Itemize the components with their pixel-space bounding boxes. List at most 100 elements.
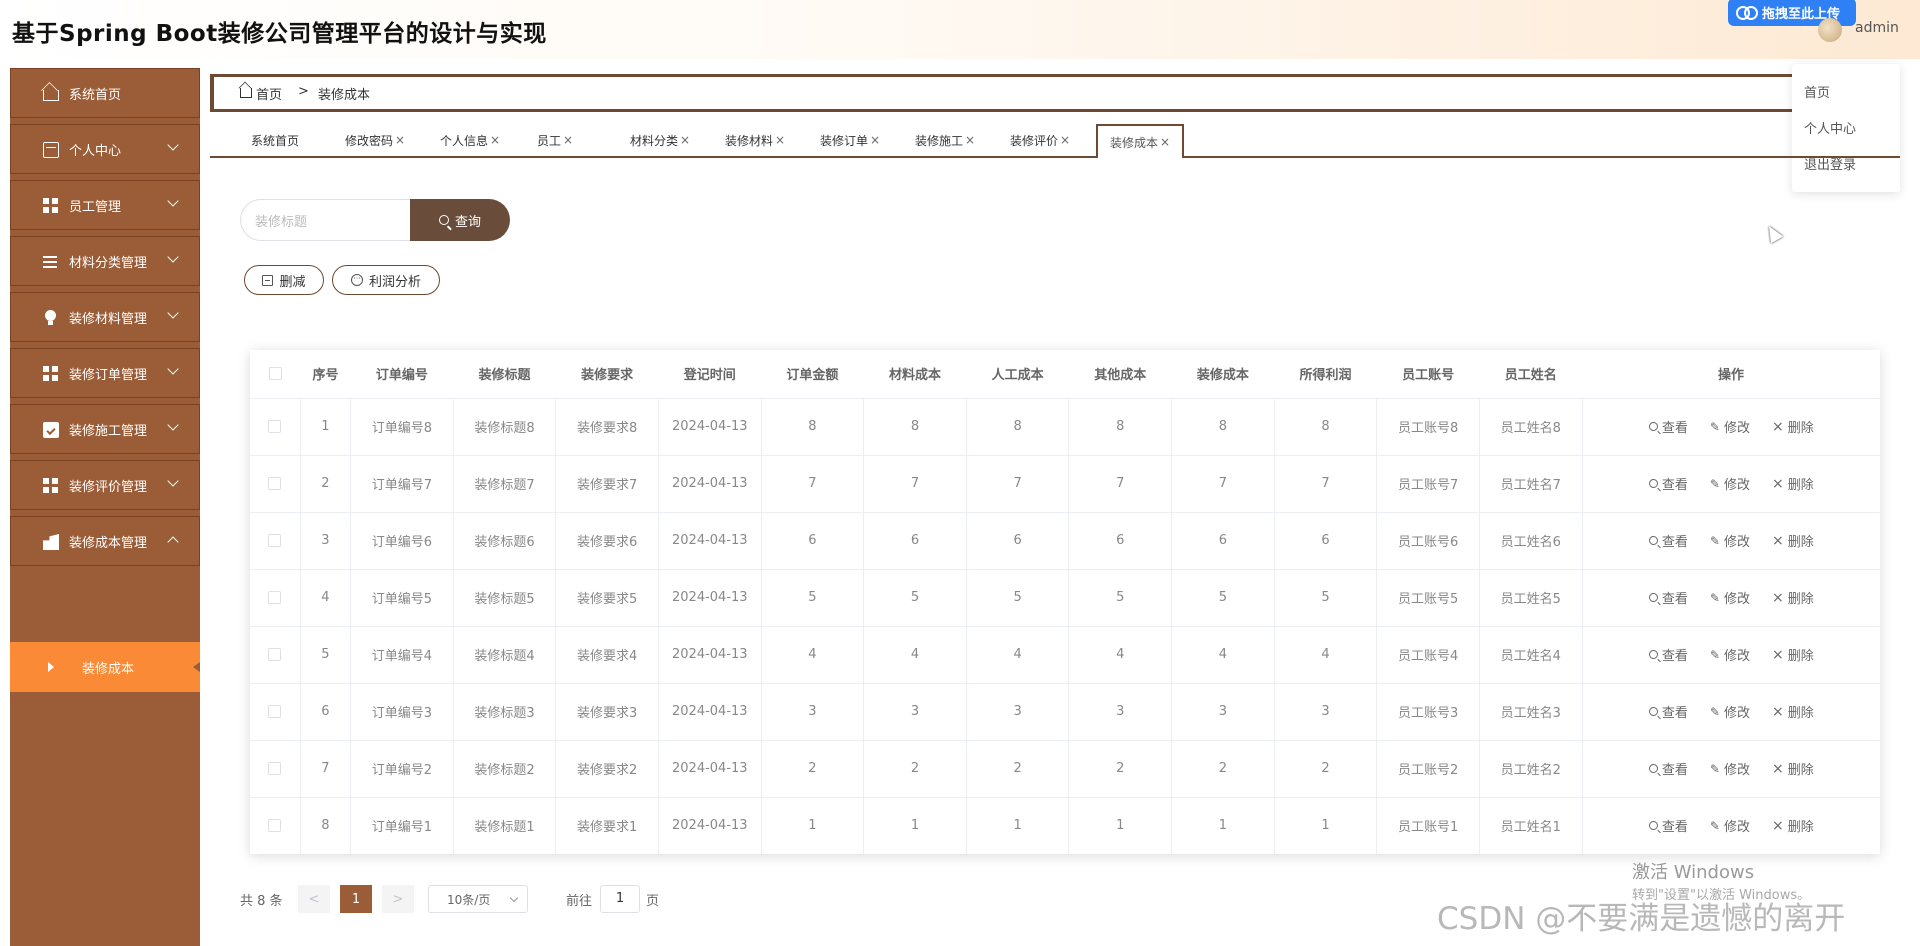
row-checkbox[interactable] xyxy=(268,648,282,661)
view-button[interactable]: 查看 xyxy=(1648,417,1688,436)
tab-material-category[interactable]: 材料分类 × xyxy=(615,124,705,156)
tab-personal-info[interactable]: 个人信息 × xyxy=(430,124,510,156)
row-checkbox[interactable] xyxy=(268,591,282,604)
view-button[interactable]: 查看 xyxy=(1648,474,1688,493)
tab-system-home[interactable]: 系统首页 xyxy=(240,124,310,156)
table-row: 3 订单编号6 装修标题6 装修要求6 2024-04-13 6 6 6 6 6 6 员工账号6 员工姓… xyxy=(250,511,1880,569)
row-checkbox[interactable] xyxy=(268,420,282,433)
view-button[interactable]: 查看 xyxy=(1648,645,1688,664)
sidebar-item-cost[interactable]: 装修成本管理 xyxy=(10,516,200,566)
row-checkbox[interactable] xyxy=(268,477,282,490)
tab-construction[interactable]: 装修施工 × xyxy=(900,124,990,156)
close-icon[interactable]: × xyxy=(1160,135,1170,149)
view-button[interactable]: 查看 xyxy=(1648,759,1688,778)
view-button[interactable]: 查看 xyxy=(1648,816,1688,835)
edit-button[interactable]: ✎ 修改 xyxy=(1710,759,1750,779)
page-size-select[interactable]: 10条/页 xyxy=(428,885,528,913)
delete-button[interactable]: × 删除 xyxy=(1772,588,1814,608)
tab-order[interactable]: 装修订单 × xyxy=(805,124,895,156)
pagination-next-button[interactable]: > xyxy=(382,885,414,913)
row-checkbox-cell[interactable] xyxy=(250,796,301,854)
close-icon[interactable]: × xyxy=(680,133,690,147)
table-cell: 员工账号6 xyxy=(1376,511,1480,569)
pagination-prev-button[interactable]: < xyxy=(298,885,330,913)
close-icon[interactable]: × xyxy=(395,133,405,147)
sidebar-item-employee[interactable]: 员工管理 xyxy=(10,180,200,230)
edit-button[interactable]: ✎ 修改 xyxy=(1710,588,1750,608)
row-checkbox-cell[interactable] xyxy=(250,625,301,683)
edit-button[interactable]: ✎ 修改 xyxy=(1710,645,1750,665)
table-cell: 员工账号2 xyxy=(1376,739,1480,797)
row-checkbox[interactable] xyxy=(268,534,282,547)
row-checkbox-cell[interactable] xyxy=(250,397,301,455)
table-cell: 装修标题6 xyxy=(453,511,557,569)
breadcrumb-home[interactable]: 首页 xyxy=(256,84,282,103)
delete-label: 删除 xyxy=(1787,763,1814,778)
close-icon[interactable]: × xyxy=(490,133,500,147)
close-icon[interactable]: × xyxy=(965,133,975,147)
view-button[interactable]: 查看 xyxy=(1648,531,1688,550)
delete-batch-button[interactable]: 删减 xyxy=(244,265,324,295)
tab-change-password[interactable]: 修改密码 × xyxy=(335,124,415,156)
row-checkbox-cell[interactable] xyxy=(250,739,301,797)
view-button[interactable]: 查看 xyxy=(1648,588,1688,607)
tab-employee[interactable]: 员工 × xyxy=(520,124,590,156)
delete-button[interactable]: × 删除 xyxy=(1772,531,1814,551)
row-checkbox[interactable] xyxy=(268,705,282,718)
row-checkbox-cell[interactable] xyxy=(250,568,301,626)
close-icon[interactable]: × xyxy=(563,133,573,147)
edit-button[interactable]: ✎ 修改 xyxy=(1710,531,1750,551)
tab-material[interactable]: 装修材料 × xyxy=(710,124,800,156)
sidebar-item-order[interactable]: 装修订单管理 xyxy=(10,348,200,398)
pagination-goto-input[interactable]: 1 xyxy=(600,885,640,913)
delete-button[interactable]: × 删除 xyxy=(1772,702,1814,722)
sidebar-item-material-category[interactable]: 材料分类管理 xyxy=(10,236,200,286)
tab-cost[interactable]: 装修成本 × xyxy=(1096,124,1184,158)
close-icon[interactable]: × xyxy=(1060,133,1070,147)
sidebar-item-material[interactable]: 装修材料管理 xyxy=(10,292,200,342)
row-checkbox[interactable] xyxy=(268,762,282,775)
sidebar-item-home[interactable]: 系统首页 xyxy=(10,68,200,118)
delete-button[interactable]: × 删除 xyxy=(1772,417,1814,437)
delete-button[interactable]: × 删除 xyxy=(1772,816,1814,836)
edit-button[interactable]: ✎ 修改 xyxy=(1710,417,1750,437)
profit-analysis-button[interactable]: ··· 利润分析 xyxy=(332,265,440,295)
avatar[interactable] xyxy=(1818,18,1842,42)
pencil-icon: ✎ xyxy=(1709,704,1720,719)
chevron-down-icon xyxy=(167,195,179,207)
grid-icon xyxy=(43,366,59,382)
row-checkbox-cell[interactable] xyxy=(250,682,301,740)
sidebar-item-construction[interactable]: 装修施工管理 xyxy=(10,404,200,454)
edit-button[interactable]: ✎ 修改 xyxy=(1710,474,1750,494)
caret-right-icon xyxy=(48,662,54,672)
row-checkbox[interactable] xyxy=(268,819,282,833)
table-cell: 4 xyxy=(863,625,967,683)
search-input[interactable]: 装修标题 xyxy=(240,199,412,241)
select-all-checkbox[interactable] xyxy=(268,367,282,381)
table-cell: 7 xyxy=(966,454,1070,512)
edit-button[interactable]: ✎ 修改 xyxy=(1709,702,1750,722)
row-checkbox-cell[interactable] xyxy=(250,454,301,512)
active-indicator xyxy=(193,662,200,672)
dropdown-item-home[interactable]: 首页 xyxy=(1804,82,1830,101)
edit-button[interactable]: ✎ 修改 xyxy=(1710,816,1750,836)
select-all-checkbox-cell[interactable] xyxy=(250,350,300,398)
tab-review[interactable]: 装修评价 × xyxy=(995,124,1085,156)
search-button[interactable]: 查询 xyxy=(410,199,510,241)
username[interactable]: admin xyxy=(1855,20,1899,36)
view-button[interactable]: 查看 xyxy=(1648,702,1688,721)
row-checkbox-cell[interactable] xyxy=(250,511,301,569)
sidebar-item-label: 材料分类管理 xyxy=(69,255,148,271)
close-icon[interactable]: × xyxy=(775,133,785,147)
delete-button[interactable]: × 删除 xyxy=(1772,645,1814,665)
table-row: 1 订单编号8 装修标题8 装修要求8 2024-04-13 8 8 8 8 8 8 员工账号8 员工姓… xyxy=(250,397,1880,455)
sidebar-item-personal-center[interactable]: 个人中心 xyxy=(10,124,200,174)
pagination-page-1[interactable]: 1 xyxy=(340,885,372,913)
delete-button[interactable]: × 删除 xyxy=(1772,474,1814,494)
delete-button[interactable]: × 删除 xyxy=(1772,759,1814,779)
close-icon[interactable]: × xyxy=(870,133,880,147)
sidebar-subitem-cost[interactable]: 装修成本 xyxy=(10,642,200,692)
table-cell: 6 xyxy=(1274,511,1378,569)
table-cell: 装修要求7 xyxy=(555,454,659,512)
sidebar-item-review[interactable]: 装修评价管理 xyxy=(10,460,200,510)
